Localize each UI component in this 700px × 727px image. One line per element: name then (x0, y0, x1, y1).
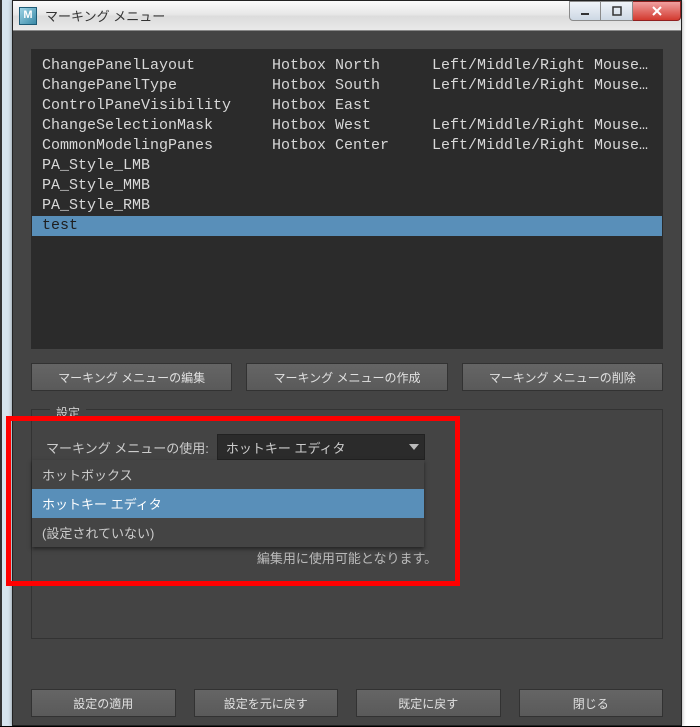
list-row[interactable]: PA_Style_LMB (32, 156, 662, 176)
window-title: マーキング メニュー (45, 6, 569, 25)
list-row-name: PA_Style_LMB (42, 156, 272, 176)
window-controls (569, 1, 681, 21)
list-row[interactable]: ChangePanelTypeHotbox SouthLeft/Middle/R… (32, 76, 662, 96)
list-row[interactable]: ControlPaneVisibilityHotbox East (32, 96, 662, 116)
settings-title: 設定 (50, 404, 86, 421)
close-button[interactable] (633, 1, 681, 21)
chevron-down-icon (404, 435, 424, 459)
list-row-trigger (432, 96, 652, 116)
edit-button[interactable]: マーキング メニューの編集 (31, 363, 232, 391)
titlebar: M マーキング メニュー (13, 1, 681, 31)
use-marking-menu-combo[interactable]: ホットキー エディタ (217, 434, 425, 460)
list-row-trigger (432, 216, 652, 236)
list-row[interactable]: ChangePanelLayoutHotbox NorthLeft/Middle… (32, 56, 662, 76)
restore-default-button[interactable]: 既定に戻す (356, 689, 501, 717)
list-row-trigger (432, 196, 652, 216)
list-row-position (272, 156, 432, 176)
list-row-position: Hotbox West (272, 116, 432, 136)
list-row-position: Hotbox East (272, 96, 432, 116)
list-row[interactable]: PA_Style_RMB (32, 196, 662, 216)
delete-button[interactable]: マーキング メニューの削除 (462, 363, 663, 391)
list-row-name: PA_Style_MMB (42, 176, 272, 196)
window-body: ChangePanelLayoutHotbox NorthLeft/Middle… (13, 31, 681, 727)
list-row[interactable]: PA_Style_MMB (32, 176, 662, 196)
list-row-name: ControlPaneVisibility (42, 96, 272, 116)
minimize-button[interactable] (569, 1, 601, 21)
list-row-name: test (42, 216, 272, 236)
close-settings-button[interactable]: 閉じる (519, 689, 664, 717)
list-row-position (272, 196, 432, 216)
list-row-position: Hotbox Center (272, 136, 432, 156)
create-button[interactable]: マーキング メニューの作成 (246, 363, 447, 391)
dropdown-item[interactable]: ホットボックス (32, 460, 424, 489)
list-row-name: ChangePanelType (42, 76, 272, 96)
list-row-trigger: Left/Middle/Right Mouse Bu… (432, 76, 652, 96)
list-row[interactable]: test (32, 216, 662, 236)
list-row-name: ChangePanelLayout (42, 56, 272, 76)
list-row-trigger (432, 156, 652, 176)
use-marking-menu-row: マーキング メニューの使用: ホットキー エディタ (46, 434, 648, 460)
list-row-name: PA_Style_RMB (42, 196, 272, 216)
list-row[interactable]: ChangeSelectionMaskHotbox WestLeft/Middl… (32, 116, 662, 136)
dropdown-item[interactable]: ホットキー エディタ (32, 489, 424, 518)
use-marking-menu-dropdown[interactable]: ホットボックスホットキー エディタ(設定されていない) (32, 460, 424, 547)
combo-value: ホットキー エディタ (226, 438, 346, 457)
list-row[interactable]: CommonModelingPanesHotbox CenterLeft/Mid… (32, 136, 662, 156)
list-row-name: CommonModelingPanes (42, 136, 272, 156)
list-row-trigger: Left/Middle/Right Mouse Bu… (432, 56, 652, 76)
settings-group: 設定 マーキング メニューの使用: ホットキー エディタ ホットボックスホットキ… (31, 409, 663, 639)
list-row-trigger: Left/Middle/Right Mouse Bu… (432, 136, 652, 156)
apply-settings-button[interactable]: 設定の適用 (31, 689, 176, 717)
app-icon: M (19, 7, 37, 25)
window: M マーキング メニュー ChangePanelLayoutHotbox Nor… (12, 0, 682, 726)
action-button-row: マーキング メニューの編集 マーキング メニューの作成 マーキング メニューの削… (31, 363, 663, 391)
list-row-trigger: Left/Middle/Right Mouse Bu… (432, 116, 652, 136)
dropdown-item[interactable]: (設定されていない) (32, 518, 424, 547)
close-icon (651, 5, 663, 17)
maximize-button[interactable] (601, 1, 633, 21)
marking-menu-list[interactable]: ChangePanelLayoutHotbox NorthLeft/Middle… (31, 49, 663, 349)
use-label: マーキング メニューの使用: (46, 438, 209, 457)
list-row-position (272, 176, 432, 196)
list-row-trigger (432, 176, 652, 196)
maximize-icon (612, 6, 622, 16)
list-row-position (272, 216, 432, 236)
bottom-button-row: 設定の適用 設定を元に戻す 既定に戻す 閉じる (31, 689, 663, 717)
hint-line-2: 編集用に使用可能となります。 (46, 548, 648, 570)
minimize-icon (580, 6, 590, 16)
list-row-position: Hotbox South (272, 76, 432, 96)
list-row-position: Hotbox North (272, 56, 432, 76)
list-row-name: ChangeSelectionMask (42, 116, 272, 136)
reset-settings-button[interactable]: 設定を元に戻す (194, 689, 339, 717)
